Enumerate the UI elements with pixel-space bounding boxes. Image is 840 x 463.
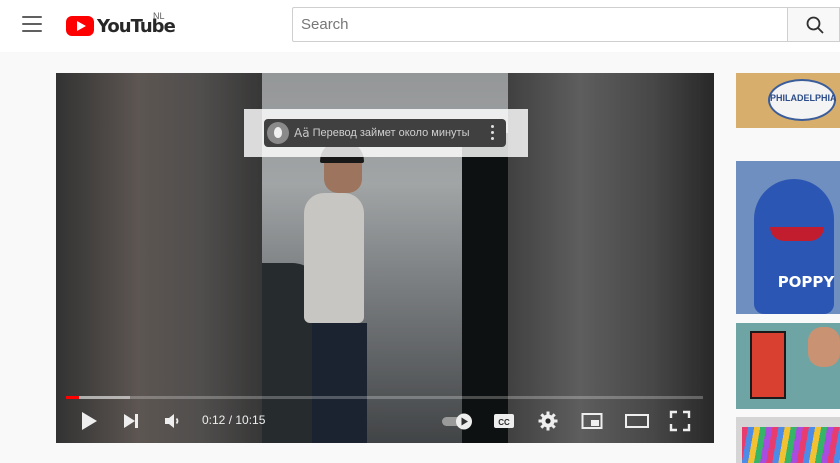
translate-status-text: Перевод займет около минуты xyxy=(312,127,470,139)
search-icon xyxy=(806,16,824,34)
thumbnail-text: POPPY xyxy=(777,273,835,291)
miniplayer-icon[interactable] xyxy=(580,409,604,433)
search-button[interactable] xyxy=(787,7,840,42)
progress-bar[interactable] xyxy=(66,396,703,399)
sidebar-thumbnail[interactable]: PHILADELPHIA xyxy=(736,73,840,128)
masthead: YouTube NL xyxy=(0,0,840,52)
volume-icon[interactable] xyxy=(162,409,184,433)
kebab-menu-icon[interactable] xyxy=(491,125,495,141)
translate-icon: Aä xyxy=(294,126,310,140)
translate-banner[interactable]: Aä Перевод займет около минуты xyxy=(264,119,506,147)
svg-text:CC: CC xyxy=(498,418,510,427)
captions-icon[interactable]: CC xyxy=(492,409,516,433)
search-input[interactable] xyxy=(292,7,787,42)
sidebar-thumbnail[interactable] xyxy=(736,323,840,409)
video-player[interactable]: Aä Перевод займет около минуты 0:12 / 10… xyxy=(56,73,714,443)
country-code: NL xyxy=(153,11,165,21)
hamburger-menu-icon[interactable] xyxy=(22,16,42,36)
autoplay-toggle[interactable] xyxy=(440,409,476,433)
progress-played xyxy=(66,396,79,399)
time-display: 0:12 / 10:15 xyxy=(202,413,266,427)
theater-mode-icon[interactable] xyxy=(624,409,650,433)
thumbnail-text: PHILADELPHIA xyxy=(770,93,837,103)
yandex-alice-icon[interactable] xyxy=(267,122,289,144)
sidebar-thumbnail[interactable]: POPPY xyxy=(736,161,840,314)
play-icon[interactable] xyxy=(78,409,100,433)
youtube-play-logo-icon xyxy=(66,16,94,36)
settings-icon[interactable] xyxy=(536,409,560,433)
next-icon[interactable] xyxy=(120,409,142,433)
sidebar-thumbnail[interactable] xyxy=(736,417,840,463)
fullscreen-icon[interactable] xyxy=(668,409,692,433)
